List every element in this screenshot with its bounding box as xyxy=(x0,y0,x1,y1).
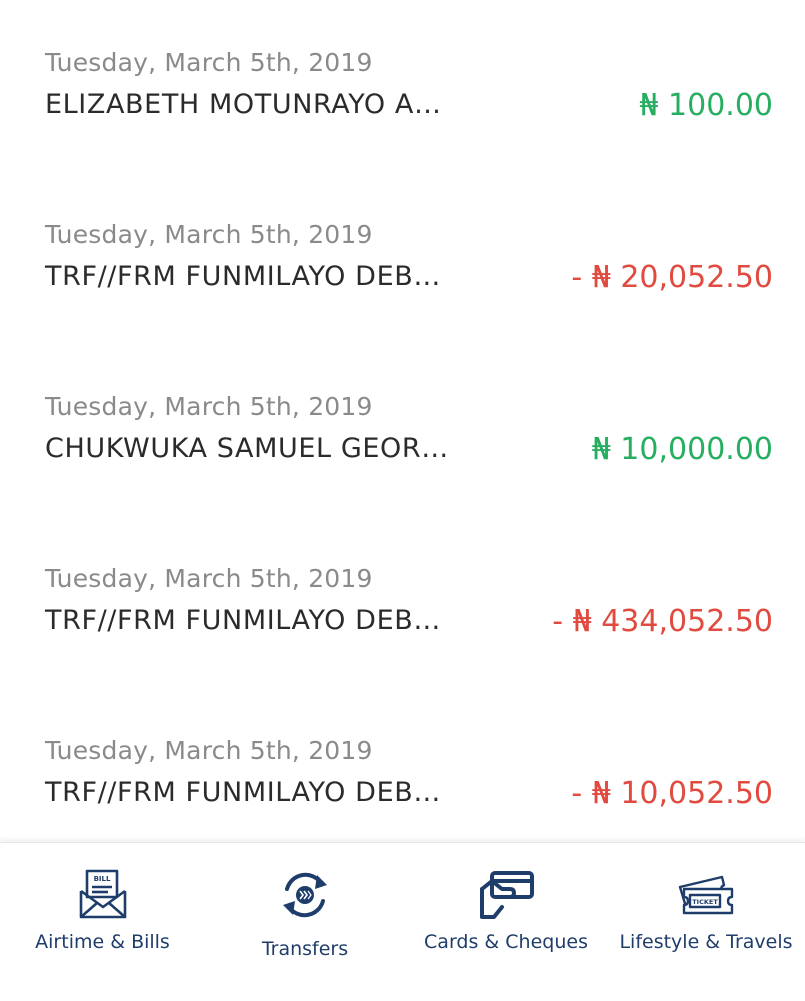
svg-text:TICKET: TICKET xyxy=(692,898,718,906)
transaction-name: TRF//FRM FUNMILAYO DEB… xyxy=(45,261,441,292)
transaction-date: Tuesday, March 5th, 2019 xyxy=(45,736,373,765)
transaction-date: Tuesday, March 5th, 2019 xyxy=(45,564,373,593)
transaction-date: Tuesday, March 5th, 2019 xyxy=(45,220,373,249)
transaction-name: TRF//FRM FUNMILAYO DEB… xyxy=(45,605,441,636)
transaction-list: Tuesday, March 5th, 2019 ELIZABETH MOTUN… xyxy=(0,0,805,842)
transfer-cycle-icon xyxy=(283,872,327,918)
transaction-name: CHUKWUKA SAMUEL GEOR… xyxy=(45,433,449,464)
nav-label-airtime-bills: Airtime & Bills xyxy=(35,931,170,953)
transaction-row[interactable]: Tuesday, March 5th, 2019 TRF//FRM FUNMIL… xyxy=(0,688,805,842)
nav-label-cards-cheques: Cards & Cheques xyxy=(424,931,588,953)
transaction-amount: - ₦ 20,052.50 xyxy=(571,260,773,295)
nav-label-transfers: Transfers xyxy=(261,938,349,960)
nav-label-lifestyle-travels: Lifestyle & Travels xyxy=(619,931,793,953)
transaction-date: Tuesday, March 5th, 2019 xyxy=(45,48,373,77)
transaction-row[interactable]: Tuesday, March 5th, 2019 ELIZABETH MOTUN… xyxy=(0,0,805,172)
ticket-icon: TICKET xyxy=(678,875,734,915)
card-hand-icon xyxy=(480,871,534,919)
transaction-amount: ₦ 10,000.00 xyxy=(591,432,773,467)
transaction-amount: ₦ 100.00 xyxy=(639,88,773,123)
transaction-row[interactable]: Tuesday, March 5th, 2019 TRF//FRM FUNMIL… xyxy=(0,172,805,344)
svg-text:BILL: BILL xyxy=(93,875,110,883)
transaction-row[interactable]: Tuesday, March 5th, 2019 CHUKWUKA SAMUEL… xyxy=(0,344,805,516)
transaction-name: TRF//FRM FUNMILAYO DEB… xyxy=(45,777,441,808)
transaction-row[interactable]: Tuesday, March 5th, 2019 TRF//FRM FUNMIL… xyxy=(0,516,805,688)
nav-cards-cheques[interactable]: Cards & Cheques xyxy=(405,843,607,1001)
transaction-name: ELIZABETH MOTUNRAYO A… xyxy=(45,89,442,120)
bottom-navigation: BILL Airtime & Bills Transfers Cards & C… xyxy=(0,842,805,1001)
transaction-date: Tuesday, March 5th, 2019 xyxy=(45,392,373,421)
app-screen: Tuesday, March 5th, 2019 ELIZABETH MOTUN… xyxy=(0,0,805,1001)
bill-envelope-icon: BILL xyxy=(79,869,126,919)
transaction-amount: - ₦ 10,052.50 xyxy=(571,776,773,811)
nav-lifestyle-travels[interactable]: TICKET Lifestyle & Travels xyxy=(607,843,805,1001)
transaction-amount: - ₦ 434,052.50 xyxy=(552,604,773,639)
nav-airtime-bills[interactable]: BILL Airtime & Bills xyxy=(0,843,205,1001)
nav-transfers[interactable]: Transfers xyxy=(205,843,405,1001)
